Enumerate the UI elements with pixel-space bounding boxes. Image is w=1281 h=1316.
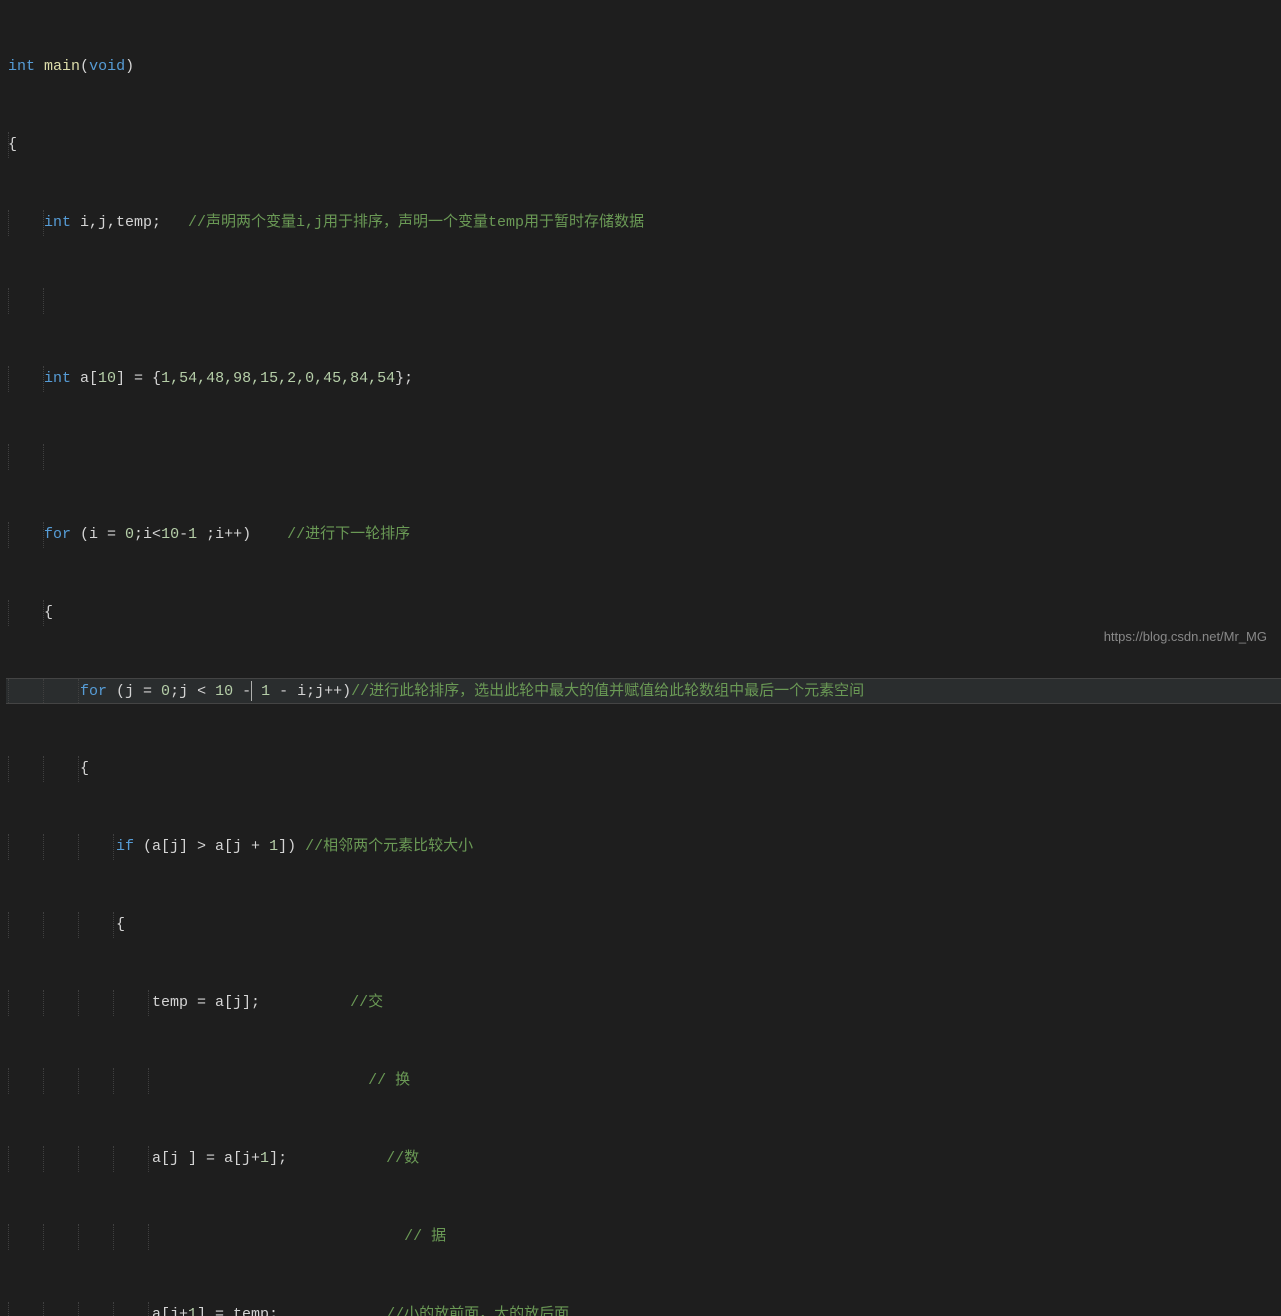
code-line: if (a[j] > a[j + 1]) //相邻两个元素比较大小: [6, 834, 1281, 860]
code-line: // 据: [6, 1224, 1281, 1250]
comment: // 据: [404, 1228, 446, 1245]
code-editor[interactable]: int main(void) { int i,j,temp; //声明两个变量i…: [0, 0, 1281, 1316]
keyword: for: [8, 526, 71, 543]
code-line: int i,j,temp; //声明两个变量i,j用于排序，声明一个变量temp…: [6, 210, 1281, 236]
keyword: int: [8, 58, 35, 75]
keyword: if: [8, 838, 134, 855]
code-line: for (i = 0;i<10-1 ;i++) //进行下一轮排序: [6, 522, 1281, 548]
comment: //交: [350, 994, 383, 1011]
code-line: [6, 444, 1281, 470]
keyword: void: [89, 58, 125, 75]
code-line: a[j ] = a[j+1]; //数: [6, 1146, 1281, 1172]
function-name: main: [44, 58, 80, 75]
keyword: for: [8, 683, 107, 700]
comment: // 换: [368, 1072, 410, 1089]
code-line: {: [6, 912, 1281, 938]
comment: //小的放前面，大的放后面: [386, 1306, 569, 1316]
watermark-text: https://blog.csdn.net/Mr_MG: [1104, 624, 1267, 650]
code-line: temp = a[j]; //交: [6, 990, 1281, 1016]
keyword: int: [8, 370, 71, 387]
comment: //数: [386, 1150, 419, 1167]
code-line: {: [6, 600, 1281, 626]
code-line: int main(void): [6, 54, 1281, 80]
code-line: {: [6, 132, 1281, 158]
code-line: int a[10] = {1,54,48,98,15,2,0,45,84,54}…: [6, 366, 1281, 392]
comment: //进行此轮排序，选出此轮中最大的值并赋值给此轮数组中最后一个元素空间: [351, 683, 864, 700]
code-line: {: [6, 756, 1281, 782]
code-line: // 换: [6, 1068, 1281, 1094]
comment: //声明两个变量i,j用于排序，声明一个变量temp用于暂时存储数据: [188, 214, 644, 231]
text-cursor: [251, 681, 252, 701]
code-line: [6, 288, 1281, 314]
keyword: int: [8, 214, 71, 231]
code-line-active: for (j = 0;j < 10 - 1 - i;j++)//进行此轮排序，选…: [6, 678, 1281, 704]
comment: //相邻两个元素比较大小: [305, 838, 473, 855]
comment: //进行下一轮排序: [287, 526, 410, 543]
code-line: a[j+1] = temp; //小的放前面，大的放后面: [6, 1302, 1281, 1316]
